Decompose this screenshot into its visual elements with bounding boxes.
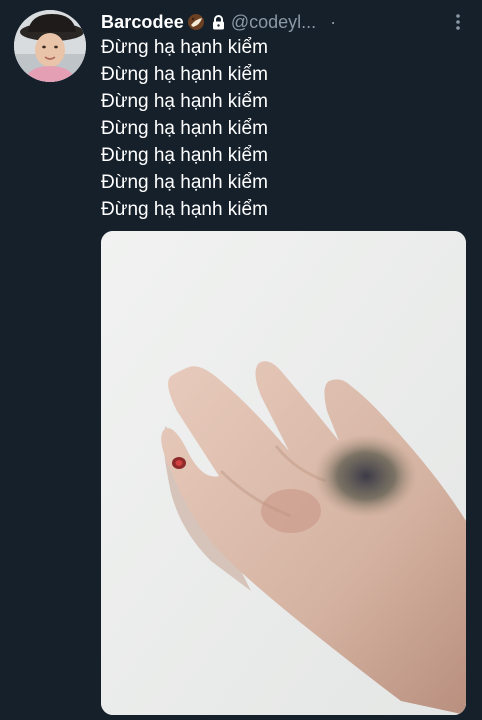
tweet-text-line: Đừng hạ hạnh kiểm xyxy=(101,199,268,220)
coconut-icon xyxy=(186,13,206,31)
tweet-text-line: Đừng hạ hạnh kiểm xyxy=(101,64,268,85)
display-name[interactable]: Barcodee xyxy=(101,12,184,33)
more-options-icon[interactable] xyxy=(448,10,468,34)
lock-icon xyxy=(212,14,225,30)
tweet: Barcodee @codeyl... · Đừng hạ hạnh kiểm … xyxy=(0,0,482,720)
tweet-text-line: Đừng hạ hạnh kiểm xyxy=(101,91,268,112)
tweet-text-line: Đừng hạ hạnh kiểm xyxy=(101,172,268,193)
tweet-text: Đừng hạ hạnh kiểm Đừng hạ hạnh kiểm Đừng… xyxy=(101,34,468,223)
avatar-image xyxy=(14,10,86,82)
tweet-text-line: Đừng hạ hạnh kiểm xyxy=(101,145,268,166)
tweet-media-photo[interactable] xyxy=(101,231,466,715)
tweet-text-line: Đừng hạ hạnh kiểm xyxy=(101,118,268,139)
bruised-hand-photo xyxy=(101,231,466,715)
tweet-text-line: Đừng hạ hạnh kiểm xyxy=(101,37,268,58)
separator-dot: · xyxy=(330,11,337,32)
avatar[interactable] xyxy=(14,10,86,82)
handle[interactable]: @codeyl... xyxy=(231,12,316,33)
tweet-header: Barcodee @codeyl... · xyxy=(101,10,468,34)
